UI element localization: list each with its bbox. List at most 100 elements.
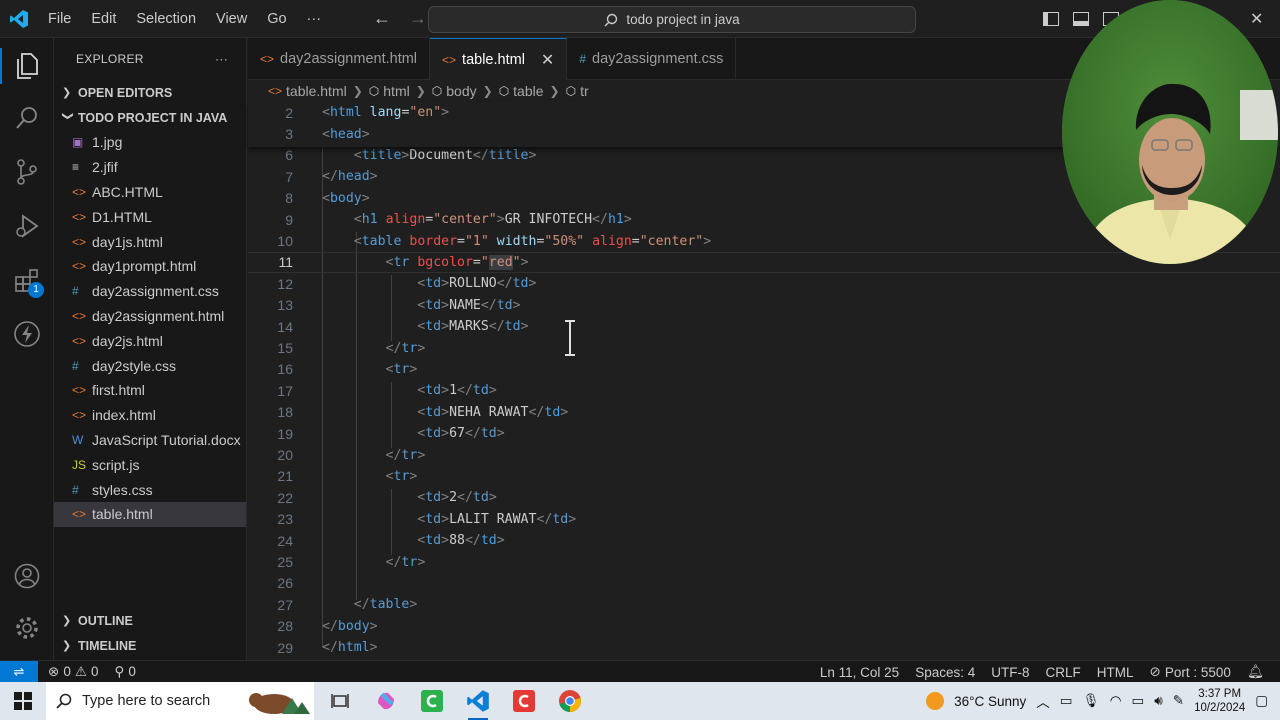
weather-text[interactable]: 36°C Sunny <box>954 694 1026 709</box>
breadcrumb-item[interactable]: ⬡ table <box>499 83 544 99</box>
live-server-port[interactable]: ⊘ Port : 5500 <box>1142 664 1239 680</box>
code-line[interactable]: 14 <td>MARKS</td> <box>248 316 1280 337</box>
timeline-section[interactable]: ❯ TIMELINE <box>54 633 246 658</box>
file-item[interactable]: <> table.html <box>54 501 246 527</box>
file-item[interactable]: ≡ 2.jfif <box>54 155 246 180</box>
taskbar-search-box[interactable]: Type here to search <box>46 682 314 720</box>
open-editors-section[interactable]: ❯ OPEN EDITORS <box>54 80 246 105</box>
code-line[interactable]: 28 </body> <box>248 616 1280 637</box>
code-line[interactable]: 20 </tr> <box>248 444 1280 465</box>
encoding[interactable]: UTF-8 <box>983 665 1037 680</box>
vscode-taskbar-icon[interactable] <box>462 685 494 720</box>
file-item[interactable]: JS script.js <box>54 452 246 477</box>
file-item[interactable]: <> day2js.html <box>54 328 246 353</box>
remote-indicator-icon[interactable]: ⇌ <box>0 660 38 683</box>
command-center-search[interactable]: todo project in java <box>428 6 916 33</box>
explorer-more-button[interactable]: ··· <box>215 52 228 66</box>
green-app-icon[interactable] <box>416 685 448 717</box>
file-item[interactable]: <> first.html <box>54 378 246 403</box>
wifi-icon[interactable]: ◠ <box>1110 693 1122 709</box>
close-window-icon[interactable]: ✕ <box>1250 9 1263 29</box>
code-line[interactable]: 29 </html> <box>248 637 1280 658</box>
code-line[interactable]: 19 <td>67</td> <box>248 423 1280 444</box>
close-tab-icon[interactable]: ✕ <box>541 50 554 70</box>
breadcrumb-item[interactable]: ⬡ html <box>369 83 410 99</box>
code-line[interactable]: 16 <tr> <box>248 359 1280 380</box>
code-line[interactable]: 26 <box>248 573 1280 594</box>
breadcrumb-item[interactable]: ⬡ tr <box>566 83 589 99</box>
back-arrow-icon[interactable]: ← <box>373 8 391 29</box>
project-folder-section[interactable]: ❯ TODO PROJECT IN JAVA <box>54 105 246 130</box>
clock[interactable]: 3:37 PM 10/2/2024 <box>1194 687 1245 715</box>
menu-selection[interactable]: Selection <box>126 0 206 38</box>
tab-day2assignment-css[interactable]: # day2assignment.css <box>567 38 737 80</box>
account-icon[interactable] <box>0 552 54 600</box>
code-line[interactable]: 12 <td>ROLLNO</td> <box>248 273 1280 294</box>
notifications-icon[interactable]: ▢ <box>1255 693 1268 709</box>
file-item[interactable]: <> day2assignment.html <box>54 304 246 329</box>
run-debug-icon[interactable] <box>0 202 54 250</box>
cursor-position[interactable]: Ln 11, Col 25 <box>812 665 907 680</box>
code-line[interactable]: 22 <td>2</td> <box>248 487 1280 508</box>
battery-icon[interactable]: ▭ <box>1131 693 1144 709</box>
toggle-sidebar-icon[interactable] <box>1043 12 1059 26</box>
code-line[interactable]: 24 <td>88</td> <box>248 530 1280 551</box>
file-item[interactable]: <> index.html <box>54 403 246 428</box>
settings-gear-icon[interactable] <box>0 604 54 652</box>
menu-file[interactable]: File <box>38 0 81 38</box>
file-item[interactable]: ▣ 1.jpg <box>54 130 246 155</box>
problems-indicator[interactable]: ⊗ 0 ⚠ 0 <box>38 664 106 680</box>
breadcrumb-item[interactable]: <> table.html <box>268 83 347 99</box>
menu-more-button[interactable]: ··· <box>297 0 332 38</box>
extensions-icon[interactable]: 1 <box>0 256 54 304</box>
file-item[interactable]: # day2style.css <box>54 353 246 378</box>
file-item[interactable]: <> D1.HTML <box>54 204 246 229</box>
toggle-panel-icon[interactable] <box>1073 12 1089 26</box>
code-line[interactable]: 17 <td>1</td> <box>248 380 1280 401</box>
file-item[interactable]: # styles.css <box>54 477 246 502</box>
notifications-bell-icon[interactable]: 🔔︎ <box>1239 664 1272 680</box>
chevron-up-icon[interactable]: ︿ <box>1036 691 1050 711</box>
explorer-icon[interactable] <box>0 42 54 90</box>
windows-start-icon[interactable] <box>0 682 46 720</box>
meet-now-icon[interactable]: ▭ <box>1060 693 1073 709</box>
code-line[interactable]: 13 <td>NAME</td> <box>248 295 1280 316</box>
file-item[interactable]: # day2assignment.css <box>54 279 246 304</box>
microphone-icon[interactable]: 🎙︎ <box>1083 693 1100 709</box>
tab-day2assignment-html[interactable]: <> day2assignment.html <box>248 38 431 80</box>
code-line[interactable]: 21 <tr> <box>248 466 1280 487</box>
file-name: index.html <box>92 407 156 424</box>
code-line[interactable]: 15 </tr> <box>248 337 1280 358</box>
code-line[interactable]: 18 <td>NEHA RAWAT</td> <box>248 402 1280 423</box>
copilot-icon[interactable] <box>370 685 402 717</box>
code-line[interactable]: 27 </table> <box>248 594 1280 615</box>
chrome-icon[interactable] <box>554 685 586 717</box>
code-line[interactable]: 11 <tr bgcolor="red"> <box>248 251 1280 274</box>
task-view-icon[interactable] <box>324 685 356 717</box>
menu-view[interactable]: View <box>206 0 257 38</box>
tab-table-html[interactable]: <> table.html ✕ <box>430 38 568 80</box>
source-control-icon[interactable] <box>0 148 54 196</box>
breadcrumb-item[interactable]: ⬡ body <box>432 83 477 99</box>
indentation[interactable]: Spaces: 4 <box>907 665 983 680</box>
code-line[interactable]: 25 </tr> <box>248 551 1280 572</box>
menu-go[interactable]: Go <box>257 0 296 38</box>
volume-icon[interactable]: 🔊︎ <box>1154 693 1163 709</box>
menu-edit[interactable]: Edit <box>81 0 126 38</box>
chevron-right-icon: ❯ <box>62 615 72 627</box>
lightning-icon[interactable] <box>0 310 54 358</box>
pen-icon[interactable]: ✎ <box>1173 693 1184 709</box>
weather-sun-icon[interactable] <box>926 692 945 710</box>
file-item[interactable]: <> day1prompt.html <box>54 254 246 279</box>
file-item[interactable]: W JavaScript Tutorial.docx <box>54 428 246 453</box>
line-endings[interactable]: CRLF <box>1037 665 1088 680</box>
language-mode[interactable]: HTML <box>1089 665 1142 680</box>
code-line[interactable]: 23 <td>LALIT RAWAT</td> <box>248 509 1280 530</box>
red-app-icon[interactable] <box>508 685 540 717</box>
file-item[interactable]: <> day1js.html <box>54 229 246 254</box>
forward-arrow-icon[interactable]: → <box>409 8 427 29</box>
ports-indicator[interactable]: ⚲ 0 <box>106 664 143 680</box>
outline-section[interactable]: ❯ OUTLINE <box>54 608 246 633</box>
search-activity-icon[interactable] <box>0 94 54 142</box>
file-item[interactable]: <> ABC.HTML <box>54 180 246 205</box>
